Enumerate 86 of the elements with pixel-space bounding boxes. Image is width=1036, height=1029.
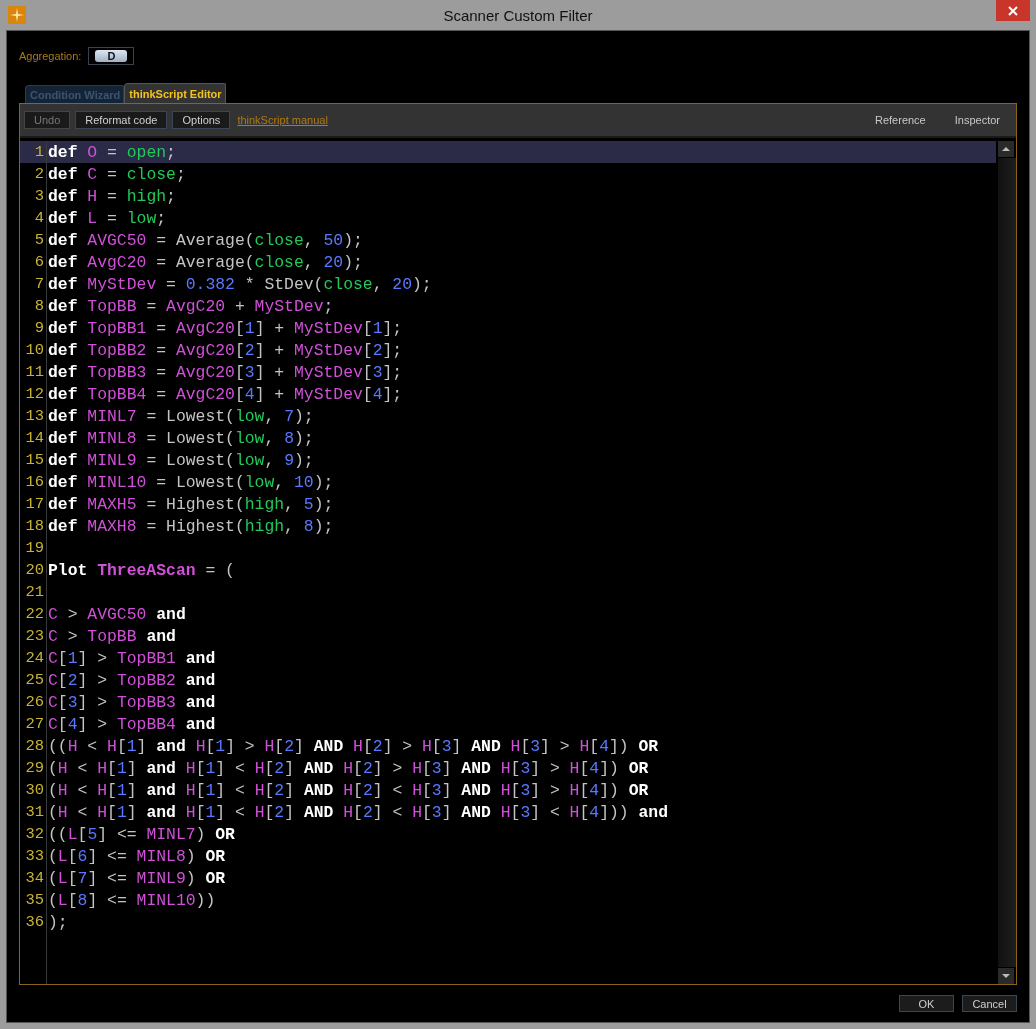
line-number: 12 <box>24 385 45 403</box>
line-number: 8 <box>33 297 45 315</box>
line-number: 25 <box>24 671 45 689</box>
window-title: Scanner Custom Filter <box>442 6 594 24</box>
line-number: 36 <box>24 913 45 931</box>
close-button[interactable] <box>996 0 1030 21</box>
toolbar-button[interactable]: Options <box>172 111 231 129</box>
close-icon <box>1008 5 1018 16</box>
code-text: ((H < H[1] and H[1] > H[2] AND H[2] > H[3] AND H[3] > H[4]) OR <box>47 736 659 756</box>
code-text: (H < H[1] and H[1] < H[2] AND H[2] > H[3] AND H[3] > H[4]) OR <box>47 758 649 778</box>
code-text: def TopBB2 = AvgC20[2] + MyStDev[2]; <box>47 340 403 360</box>
line-number: 1 <box>33 143 45 161</box>
line-number: 15 <box>24 451 45 469</box>
code-text: def H = high; <box>47 186 176 206</box>
line-number: 14 <box>24 429 45 447</box>
line-number: 3 <box>33 187 45 205</box>
code-text: (L[8] <= MINL10)) <box>47 890 216 910</box>
line-number: 24 <box>24 649 45 667</box>
dialog-button[interactable]: Cancel <box>962 995 1017 1012</box>
code-text: (H < H[1] and H[1] < H[2] AND H[2] < H[3] AND H[3] < H[4])) and <box>47 802 668 822</box>
code-text: def TopBB = AvgC20 + MyStDev; <box>47 296 334 316</box>
code-text: def TopBB3 = AvgC20[3] + MyStDev[3]; <box>47 362 403 382</box>
scroll-down-icon[interactable] <box>998 968 1014 984</box>
code-text: C[4] > TopBB4 and <box>47 714 216 734</box>
tab[interactable]: thinkScript Editor <box>124 83 226 103</box>
line-number: 9 <box>33 319 45 337</box>
line-number: 29 <box>24 759 45 777</box>
line-number: 27 <box>24 715 45 733</box>
code-text: def MAXH5 = Highest(high, 5); <box>47 494 334 514</box>
code-text: ((L[5] <= MINL7) OR <box>47 824 235 844</box>
scroll-up-icon[interactable] <box>998 141 1014 157</box>
line-number: 13 <box>24 407 45 425</box>
line-number: 17 <box>24 495 45 513</box>
code-text: def AVGC50 = Average(close, 50); <box>47 230 363 250</box>
code-text: C > TopBB and <box>47 626 176 646</box>
line-number: 20 <box>24 561 45 579</box>
line-number: 10 <box>24 341 45 359</box>
line-number: 7 <box>33 275 45 293</box>
line-number: 21 <box>24 583 45 601</box>
code-text: def TopBB1 = AvgC20[1] + MyStDev[1]; <box>47 318 403 338</box>
code-text: (L[7] <= MINL9) OR <box>47 868 226 888</box>
line-number: 23 <box>24 627 45 645</box>
code-text: Plot ThreeAScan = ( <box>47 560 235 580</box>
toolbar-button[interactable]: Reference <box>863 114 938 126</box>
code-text: def AvgC20 = Average(close, 20); <box>47 252 363 272</box>
code-text: def TopBB4 = AvgC20[4] + MyStDev[4]; <box>47 384 403 404</box>
aggregation-button[interactable]: D <box>95 50 128 62</box>
code-text: C[3] > TopBB3 and <box>47 692 216 712</box>
line-number: 33 <box>24 847 45 865</box>
line-number: 34 <box>24 869 45 887</box>
code-text: def O = open; <box>47 142 176 162</box>
code-text: def C = close; <box>47 164 186 184</box>
code-text: (L[6] <= MINL8) OR <box>47 846 226 866</box>
line-number: 16 <box>24 473 45 491</box>
code-text: C > AVGC50 and <box>47 604 186 624</box>
toolbar-button[interactable]: Reformat code <box>75 111 168 129</box>
line-number: 31 <box>24 803 45 821</box>
dialog-button[interactable]: OK <box>899 995 954 1012</box>
line-number: 18 <box>24 517 45 535</box>
code-text: def MINL7 = Lowest(low, 7); <box>47 406 314 426</box>
code-text: (H < H[1] and H[1] < H[2] AND H[2] < H[3] AND H[3] > H[4]) OR <box>47 780 649 800</box>
line-number: 5 <box>33 231 45 249</box>
line-number: 2 <box>33 165 45 183</box>
code-text: def MyStDev = 0.382 * StDev(close, 20); <box>47 274 432 294</box>
code-text: def MINL10 = Lowest(low, 10); <box>47 472 334 492</box>
code-text: def L = low; <box>47 208 167 228</box>
aggregation-label: Aggregation: <box>19 50 82 62</box>
line-number: 32 <box>24 825 45 843</box>
code-text: C[2] > TopBB2 and <box>47 670 216 690</box>
code-text: def MINL9 = Lowest(low, 9); <box>47 450 314 470</box>
toolbar-button[interactable]: Inspector <box>942 114 1012 126</box>
line-number: 30 <box>24 781 45 799</box>
line-number: 11 <box>24 363 45 381</box>
line-number: 22 <box>24 605 45 623</box>
line-number: 26 <box>24 693 45 711</box>
line-number: 28 <box>24 737 45 755</box>
line-number: 19 <box>24 539 45 557</box>
line-number: 35 <box>24 891 45 909</box>
line-number: 4 <box>33 209 45 227</box>
code-text: ); <box>47 912 68 932</box>
code-text: C[1] > TopBB1 and <box>47 648 216 668</box>
code-text: def MAXH8 = Highest(high, 8); <box>47 516 334 536</box>
line-number: 6 <box>33 253 45 271</box>
code-text: def MINL8 = Lowest(low, 8); <box>47 428 314 448</box>
app-logo-icon <box>8 6 26 24</box>
scrollbar[interactable] <box>998 141 1016 984</box>
